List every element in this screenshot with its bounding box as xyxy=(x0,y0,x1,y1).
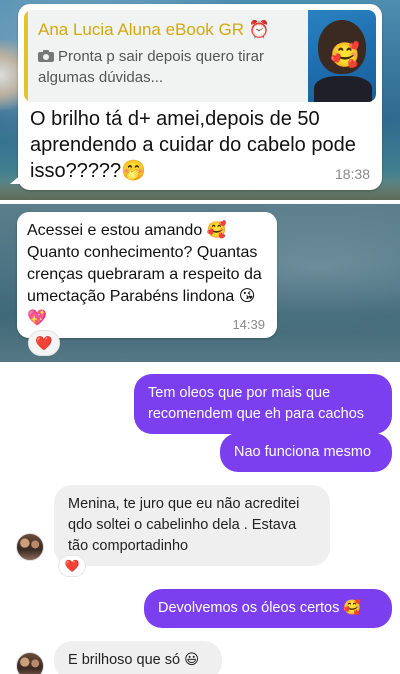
heart-reaction[interactable]: ❤️ xyxy=(28,330,60,356)
heart-reaction[interactable]: ❤️ xyxy=(58,555,86,577)
sent-message-bubble[interactable]: Devolvemos os óleos certos 🥰 xyxy=(144,589,392,628)
direct-message-thread: Tem oleos que por mais que recomendem qu… xyxy=(0,362,400,674)
received-message-bubble[interactable]: Menina, te juro que eu não acreditei qdo… xyxy=(54,485,330,566)
avatar[interactable] xyxy=(16,652,44,674)
camera-icon xyxy=(38,50,54,62)
quoted-message[interactable]: Ana Lucia Aluna eBook GR ⏰ Pronta p sair… xyxy=(24,10,376,102)
message-text: Acessei e estou amando 🥰 Quanto conhecim… xyxy=(27,222,262,327)
quoted-text-content: Pronta p sair depois quero tirar algumas… xyxy=(38,48,264,86)
message-time: 14:39 xyxy=(232,317,265,332)
message-text: O brilho tá d+ amei,depois de 50 aprende… xyxy=(30,108,356,182)
quoted-photo-thumbnail[interactable]: 🥰 xyxy=(308,10,376,102)
quote-bar xyxy=(24,10,28,102)
received-message-bubble[interactable]: E brilhoso que só 😃 xyxy=(54,641,222,674)
message-bubble[interactable]: Acessei e estou amando 🥰 Quanto conhecim… xyxy=(17,212,277,338)
sent-message-bubble[interactable]: Nao funciona mesmo xyxy=(220,433,392,472)
bubble-tail xyxy=(10,174,22,184)
smiling-face-hearts-emoji: 🥰 xyxy=(330,42,360,69)
sent-message-bubble[interactable]: Tem oleos que por mais que recomendem qu… xyxy=(134,374,392,434)
quoted-sender-name: Ana Lucia Aluna eBook GR ⏰ xyxy=(38,20,270,39)
whatsapp-screenshot-1: Ana Lucia Aluna eBook GR ⏰ Pronta p sair… xyxy=(0,0,400,200)
quoted-text: Pronta p sair depois quero tirar algumas… xyxy=(38,46,308,88)
reply-message-bubble[interactable]: Ana Lucia Aluna eBook GR ⏰ Pronta p sair… xyxy=(10,4,382,190)
whatsapp-screenshot-2: Acessei e estou amando 🥰 Quanto conhecim… xyxy=(0,204,400,362)
avatar[interactable] xyxy=(16,533,44,561)
message-time: 18:38 xyxy=(334,166,370,182)
